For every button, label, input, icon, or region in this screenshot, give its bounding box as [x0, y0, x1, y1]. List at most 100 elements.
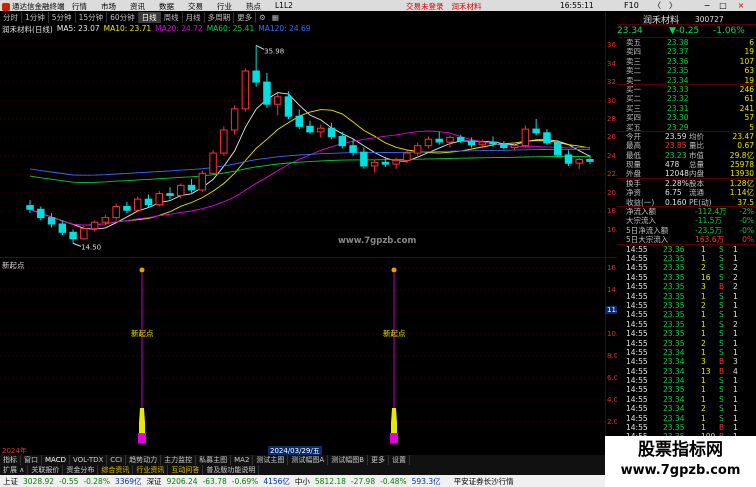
tick-time: 14:55	[626, 319, 648, 329]
signal-dot	[139, 267, 145, 273]
indicator-tab[interactable]: 私募主图	[196, 455, 232, 465]
indicator-tab[interactable]: 主力监控	[161, 455, 197, 465]
indicator-tab[interactable]: CCI	[107, 455, 127, 465]
back-button[interactable]: 〈	[650, 0, 664, 11]
tick-row: 14:55 23.35 1 S 1	[617, 310, 756, 319]
stat-label: 市值	[689, 150, 704, 160]
indicator-tab[interactable]: 设置	[389, 455, 411, 465]
order-price: 23.33	[667, 84, 689, 94]
candlestick-chart[interactable]: 35.98 14.50	[0, 24, 605, 256]
tick-count: 1	[733, 413, 738, 423]
stat-label: 净资	[626, 188, 641, 198]
tick-price: 23.34	[663, 413, 685, 423]
extra-tab[interactable]: 综合资讯	[98, 465, 134, 475]
flow-pct: -0%	[739, 216, 754, 226]
tick-volume: 2	[701, 300, 706, 310]
tab-period[interactable]: 多周期	[205, 12, 235, 23]
indicator-tab[interactable]: 测试主图	[253, 455, 289, 465]
extra-tab[interactable]: 扩展 ∧	[0, 465, 29, 475]
indicator-tab[interactable]: 更多	[368, 455, 390, 465]
maximize-button[interactable]: □	[716, 0, 730, 11]
stock-name-link[interactable]: 润禾材料	[452, 1, 482, 12]
stat-value: 0.160	[665, 197, 687, 207]
tick-price: 23.34	[663, 404, 685, 414]
tab-period[interactable]: 月线	[183, 12, 205, 23]
extra-tab[interactable]: 关联报价	[28, 465, 64, 475]
tick-volume: 1	[701, 319, 706, 329]
indicator-tab[interactable]: MACD	[42, 455, 70, 465]
candle-body	[360, 151, 368, 167]
tab-period-active[interactable]: 日线	[138, 12, 161, 23]
minimize-button[interactable]: −	[700, 0, 714, 11]
extra-tab[interactable]: 资金分布	[63, 465, 99, 475]
extra-tabs: 扩展 ∧ 关联报价 资金分布 综合资讯 行业资讯 互动问答 普及版功能说明	[0, 465, 605, 475]
tab-period[interactable]: 5分钟	[49, 12, 76, 23]
tick-volume: 1	[701, 310, 706, 320]
indicator-tab[interactable]: MA2	[231, 455, 254, 465]
grid-icon[interactable]: ▦	[269, 12, 282, 23]
extra-tab[interactable]: 行业资讯	[133, 465, 169, 475]
f10-button[interactable]: F10	[624, 0, 639, 11]
signal-chart[interactable]: 新起点 新起点	[0, 258, 605, 446]
settings-icon[interactable]: ⚙	[256, 12, 269, 23]
indicator-tab[interactable]: 指标	[0, 455, 21, 465]
indicator-tab[interactable]: 趋势动力	[126, 455, 162, 465]
low-label: 14.50	[81, 243, 101, 251]
tab-period[interactable]: 更多	[234, 12, 257, 23]
stat-value: 478	[665, 160, 680, 170]
watermark: www.7gpzb.com	[338, 236, 417, 246]
menu-item[interactable]: 行业	[217, 1, 232, 12]
candle-body	[532, 128, 540, 134]
menu-item[interactable]: 资讯	[130, 1, 145, 12]
extra-tab[interactable]: 普及版功能说明	[203, 465, 260, 475]
tab-period[interactable]: 分时	[0, 12, 22, 23]
signal-bar-mid	[139, 423, 145, 433]
candle-body	[230, 108, 239, 131]
tick-count: 1	[733, 394, 738, 404]
candle-body	[413, 145, 422, 154]
candle-body	[370, 161, 379, 167]
tick-volume: 1	[701, 385, 706, 395]
stats-table: 今开 23.59 均价 23.47 最高 23.85 量比 0.67 最低 23.23 市值 29.8…	[617, 131, 756, 208]
indicator-tab[interactable]: 测试幅图B	[328, 455, 369, 465]
tick-side: S	[719, 272, 724, 282]
menu-item[interactable]: 市场	[101, 1, 116, 12]
order-price: 23.36	[667, 56, 689, 66]
tick-price: 23.35	[663, 272, 685, 282]
menu-item[interactable]: L1L2	[275, 1, 293, 12]
indicator-tab[interactable]: 窗口	[21, 455, 42, 465]
stat-value: 23.59	[665, 131, 687, 141]
tick-price: 23.34	[663, 376, 685, 386]
tab-period[interactable]: 1分钟	[22, 12, 49, 23]
menu-item[interactable]: 行情	[72, 1, 87, 12]
indicator-tab[interactable]: VOL-TDX	[70, 455, 108, 465]
tick-count: 1	[733, 385, 738, 395]
candle-body	[58, 223, 67, 233]
tick-count: 1	[733, 404, 738, 414]
low-marker	[72, 242, 82, 247]
close-button[interactable]: ×	[734, 0, 748, 11]
extra-tab[interactable]: 互动问答	[168, 465, 204, 475]
tick-price: 23.35	[663, 253, 685, 263]
tab-period[interactable]: 15分钟	[76, 12, 108, 23]
login-status-link[interactable]: 交易未登录	[406, 1, 444, 12]
order-book: 卖五 23.38 6 卖四 23.37 19 卖三 23.36 107 卖二 23.35 63 卖一 23…	[617, 38, 756, 132]
indicator-tab[interactable]: 测试幅图A	[288, 455, 329, 465]
tab-period[interactable]: 60分钟	[107, 12, 139, 23]
signal-bar-mid	[391, 423, 397, 433]
stats-row: 收益(一) 0.160 PE(动) 37.5	[617, 197, 756, 208]
tick-price: 23.34	[663, 357, 685, 367]
stat-label: 量比	[689, 141, 704, 151]
price-change: ▼-0.25	[669, 26, 700, 36]
menu-item[interactable]: 热点	[246, 1, 261, 12]
stat-value: 29.8亿	[729, 150, 754, 160]
menu-item[interactable]: 交易	[188, 1, 203, 12]
forward-button[interactable]: 〉	[666, 0, 680, 11]
stat-value: 25978	[730, 160, 754, 170]
index-value: -0.69%	[231, 476, 259, 486]
tab-period[interactable]: 周线	[161, 12, 183, 23]
tick-volume: 16	[701, 272, 711, 282]
candle-body	[478, 141, 487, 146]
menu-item[interactable]: 数据	[159, 1, 174, 12]
stats-row: 最高 23.85 量比 0.67	[617, 141, 756, 150]
